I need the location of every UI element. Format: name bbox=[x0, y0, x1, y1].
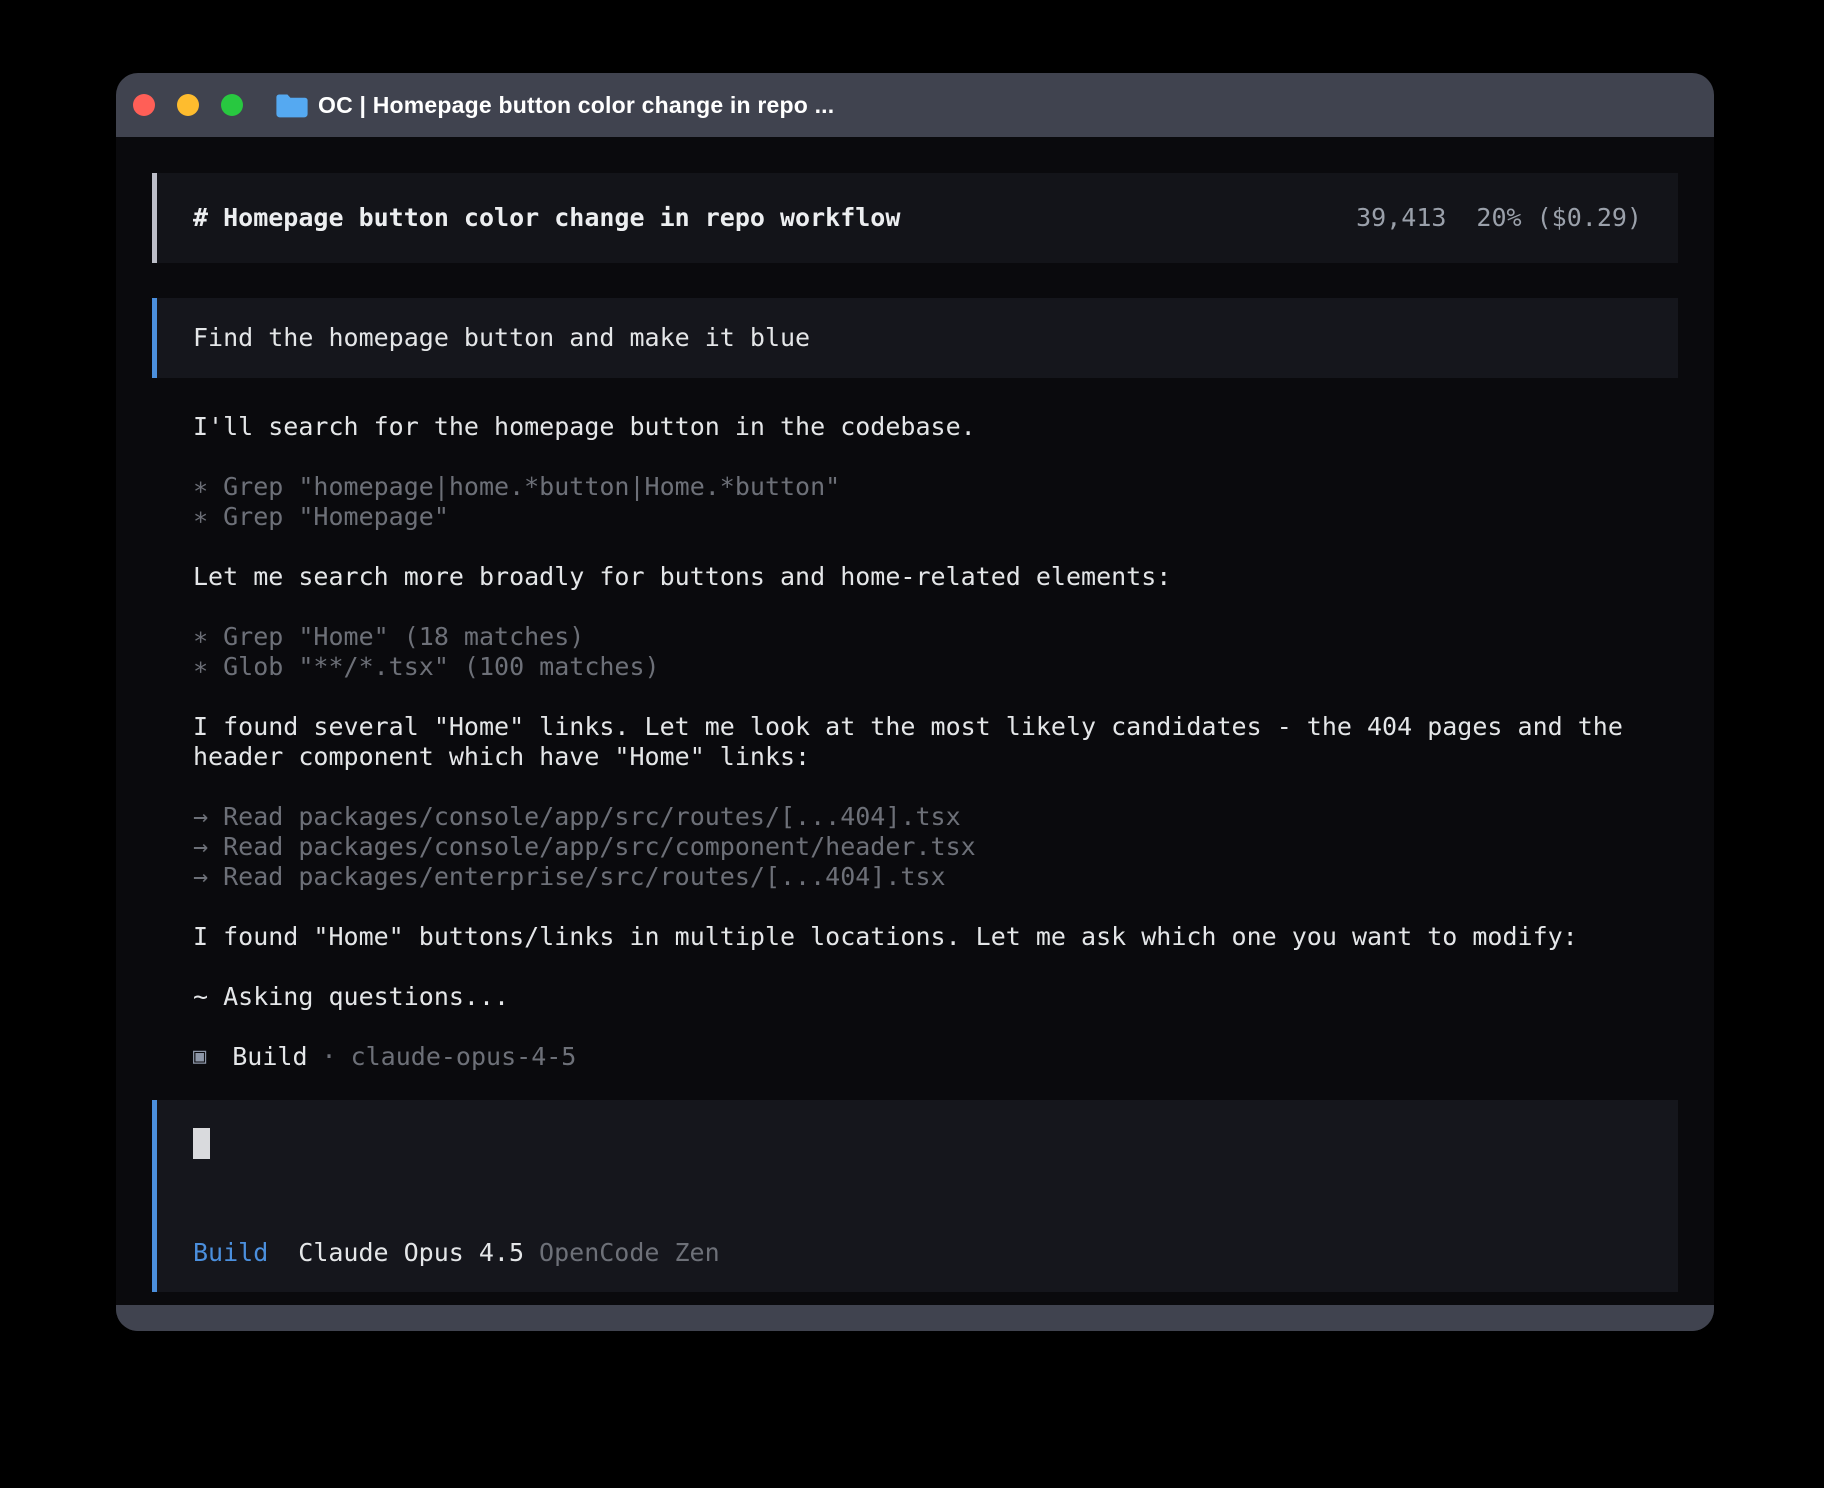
assistant-text: I found "Home" buttons/links in multiple… bbox=[193, 922, 1678, 952]
zoom-button[interactable] bbox=[221, 94, 243, 116]
model-label: Claude Opus 4.5 bbox=[298, 1238, 524, 1268]
prompt-input[interactable]: Build Claude Opus 4.5 OpenCode Zen bbox=[152, 1100, 1678, 1292]
user-message-text: Find the homepage button and make it blu… bbox=[193, 323, 810, 353]
assistant-text: I found several "Home" links. Let me loo… bbox=[193, 712, 1678, 772]
context-usage: 20% ($0.29) bbox=[1476, 203, 1642, 233]
conversation: I'll search for the homepage button in t… bbox=[152, 412, 1678, 1072]
folder-icon bbox=[276, 92, 308, 118]
session-header: # Homepage button color change in repo w… bbox=[152, 173, 1678, 263]
agent-mode-label: Build bbox=[193, 1238, 268, 1268]
assistant-status-text: ~ Asking questions... bbox=[193, 982, 1678, 1012]
terminal-view: # Homepage button color change in repo w… bbox=[116, 137, 1714, 1305]
tool-call-grep: ∗ Grep "Homepage" bbox=[193, 502, 1678, 532]
agent-model: claude-opus-4-5 bbox=[351, 1042, 577, 1072]
tool-call-group: ∗ Grep "Home" (18 matches) ∗ Glob "**/*.… bbox=[193, 622, 1678, 682]
terminal-window: OC | Homepage button color change in rep… bbox=[116, 73, 1714, 1331]
agent-icon: ▣ bbox=[193, 1042, 206, 1072]
session-stats: 39,413 20% ($0.29) bbox=[1356, 203, 1642, 233]
assistant-text: I'll search for the homepage button in t… bbox=[193, 412, 1678, 442]
tool-call-group: → Read packages/console/app/src/routes/[… bbox=[193, 802, 1678, 892]
agent-status-line: ▣ Build · claude-opus-4-5 bbox=[193, 1042, 1678, 1072]
close-button[interactable] bbox=[133, 94, 155, 116]
agent-name: Build bbox=[232, 1042, 307, 1072]
tool-call-read: → Read packages/console/app/src/routes/[… bbox=[193, 802, 1678, 832]
tool-call-group: ∗ Grep "homepage|home.*button|Home.*butt… bbox=[193, 472, 1678, 532]
provider-label: OpenCode Zen bbox=[539, 1238, 720, 1268]
agent-separator: · bbox=[322, 1042, 337, 1072]
window-bottom-edge bbox=[116, 1305, 1714, 1331]
tool-call-grep: ∗ Grep "homepage|home.*button|Home.*butt… bbox=[193, 472, 1678, 502]
token-count: 39,413 bbox=[1356, 203, 1446, 233]
tool-call-read: → Read packages/console/app/src/componen… bbox=[193, 832, 1678, 862]
text-cursor bbox=[193, 1128, 210, 1159]
user-message: Find the homepage button and make it blu… bbox=[152, 298, 1678, 378]
titlebar: OC | Homepage button color change in rep… bbox=[116, 73, 1714, 137]
minimize-button[interactable] bbox=[177, 94, 199, 116]
input-meta: Build Claude Opus 4.5 OpenCode Zen bbox=[193, 1238, 1642, 1268]
tool-call-read: → Read packages/enterprise/src/routes/[.… bbox=[193, 862, 1678, 892]
session-title: # Homepage button color change in repo w… bbox=[193, 203, 900, 233]
tool-call-grep: ∗ Grep "Home" (18 matches) bbox=[193, 622, 1678, 652]
tool-call-glob: ∗ Glob "**/*.tsx" (100 matches) bbox=[193, 652, 1678, 682]
assistant-text: Let me search more broadly for buttons a… bbox=[193, 562, 1678, 592]
traffic-lights bbox=[133, 94, 243, 116]
window-title: OC | Homepage button color change in rep… bbox=[318, 92, 834, 119]
